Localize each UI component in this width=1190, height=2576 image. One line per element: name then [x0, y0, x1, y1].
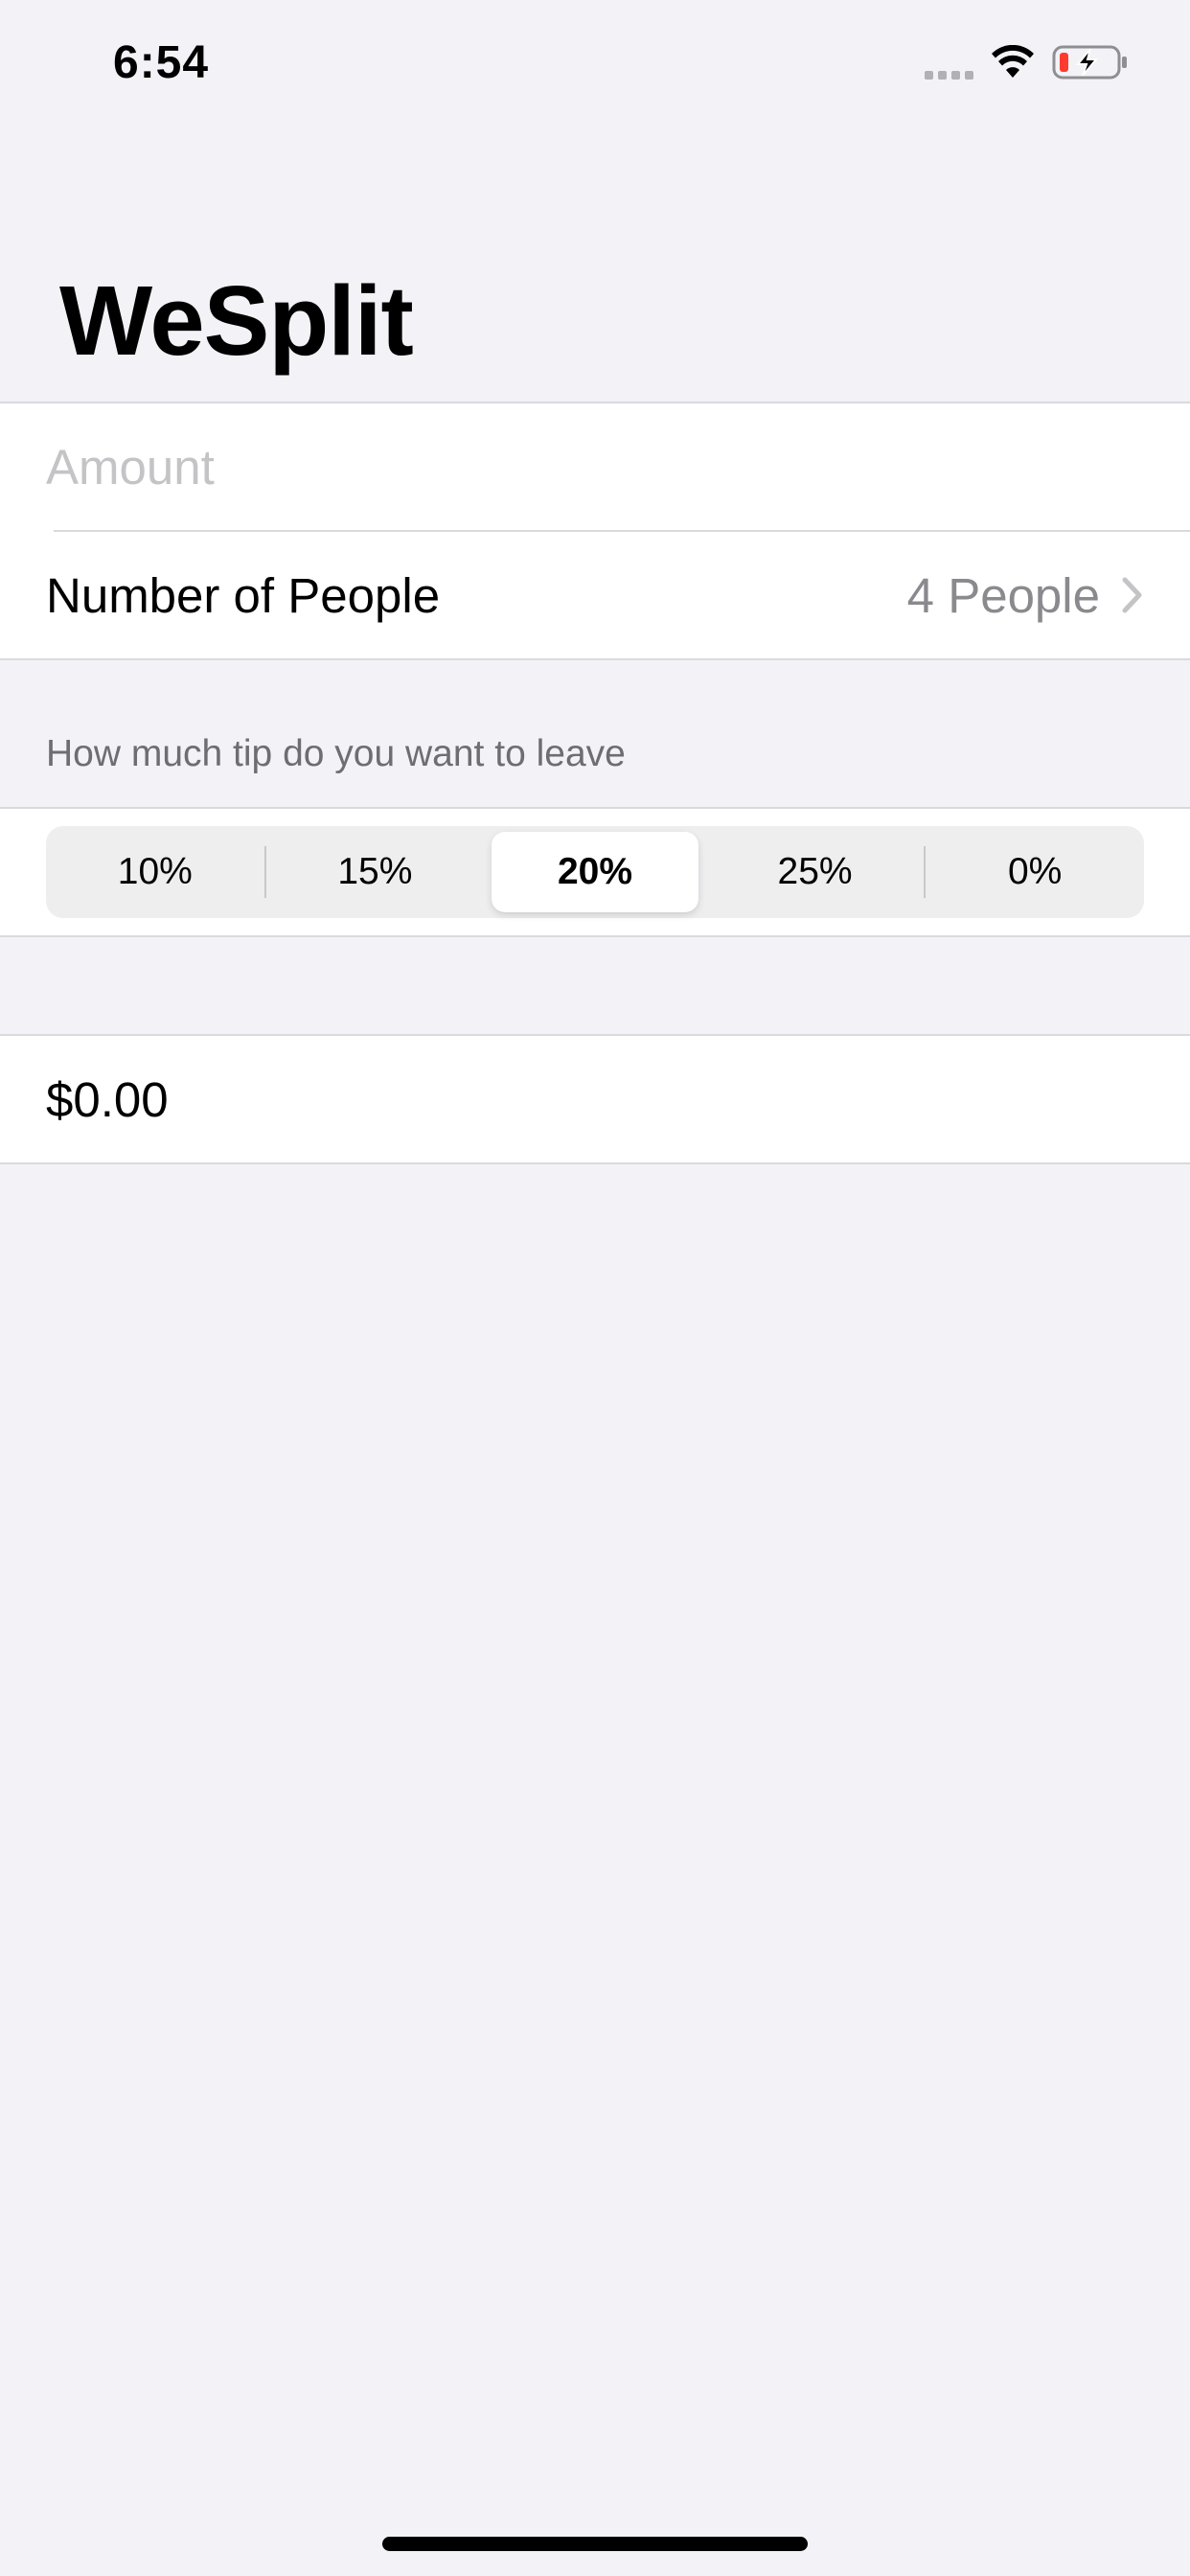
- chevron-right-icon: [1122, 577, 1142, 613]
- total-amount: $0.00: [46, 1071, 169, 1127]
- number-of-people-row[interactable]: Number of People 4 People: [0, 532, 1190, 658]
- amount-input[interactable]: [46, 438, 1144, 495]
- number-of-people-label: Number of People: [46, 567, 441, 623]
- total-row: $0.00: [0, 1036, 1190, 1162]
- status-bar: 6:54: [0, 0, 1190, 125]
- result-section: $0.00: [0, 1034, 1190, 1164]
- segment-divider: [924, 846, 927, 898]
- tip-option-15[interactable]: 15%: [272, 832, 479, 912]
- status-icons: [925, 44, 1129, 80]
- number-of-people-value: 4 People: [906, 567, 1100, 623]
- tip-option-0[interactable]: 0%: [931, 832, 1138, 912]
- signal-icon: [925, 45, 973, 80]
- segment-divider: [704, 846, 706, 898]
- amount-row: [0, 403, 1190, 530]
- home-indicator[interactable]: [382, 2537, 808, 2551]
- page-title: WeSplit: [59, 265, 414, 376]
- segment-divider: [263, 846, 266, 898]
- tip-section-header: How much tip do you want to leave: [46, 733, 626, 774]
- wifi-icon: [992, 45, 1034, 78]
- tip-section: 10% 15% 20% 25% 0%: [0, 807, 1190, 937]
- input-section: Number of People 4 People: [0, 402, 1190, 660]
- segment-divider: [484, 846, 486, 898]
- status-time: 6:54: [113, 37, 210, 88]
- tip-option-20[interactable]: 20%: [492, 832, 698, 912]
- tip-option-10[interactable]: 10%: [52, 832, 259, 912]
- battery-charging-icon: [1052, 45, 1127, 80]
- tip-segmented-control: 10% 15% 20% 25% 0%: [46, 826, 1144, 918]
- tip-option-25[interactable]: 25%: [712, 832, 919, 912]
